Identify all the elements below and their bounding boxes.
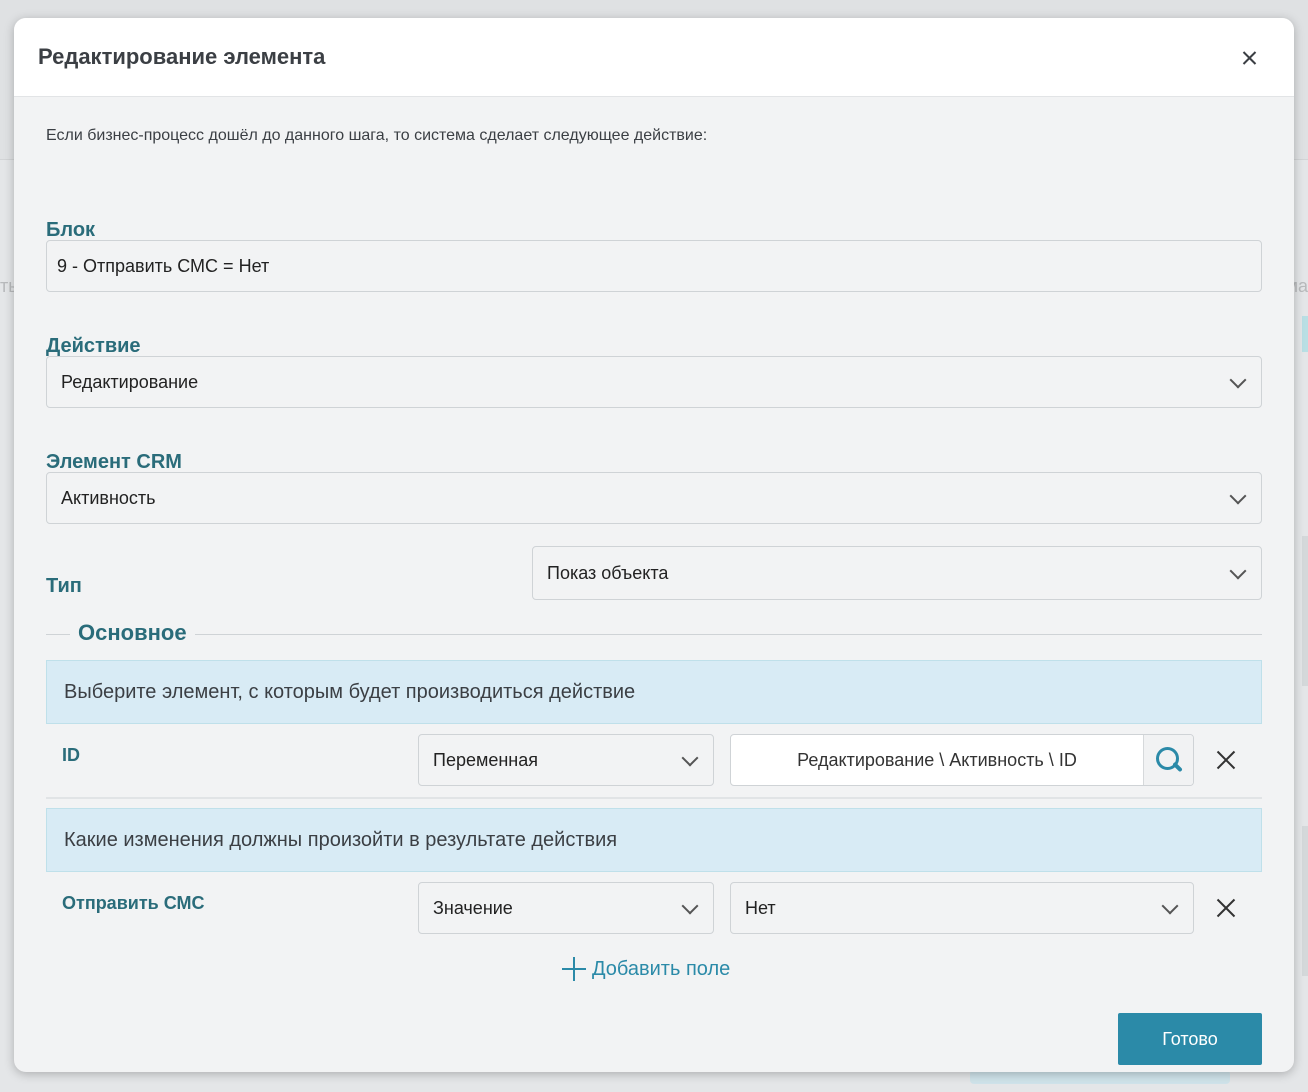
background-button bbox=[970, 1070, 1230, 1084]
remove-id-icon[interactable] bbox=[1214, 748, 1238, 772]
row-divider bbox=[46, 797, 1262, 799]
sms-value-select[interactable]: Нет bbox=[730, 882, 1194, 934]
remove-sms-icon[interactable] bbox=[1214, 896, 1238, 920]
block-label: Блок bbox=[46, 219, 96, 241]
intro-text: Если бизнес-процесс дошёл до данного шаг… bbox=[46, 127, 708, 144]
modal-body: Если бизнес-процесс дошёл до данного шаг… bbox=[14, 127, 1294, 1072]
edit-element-modal: Редактирование элемента Если бизнес-проц… bbox=[14, 18, 1294, 1072]
done-button[interactable]: Готово bbox=[1118, 1013, 1262, 1065]
type-select[interactable]: Показ объекта bbox=[532, 546, 1262, 600]
background-tab bbox=[1302, 316, 1308, 352]
add-field-label: Добавить поле bbox=[592, 957, 731, 980]
crm-element-select[interactable]: Активность bbox=[46, 472, 1262, 524]
search-icon bbox=[1154, 745, 1184, 775]
id-variable-input[interactable]: Редактирование \ Активность \ ID bbox=[730, 734, 1194, 786]
action-select[interactable]: Редактирование bbox=[46, 356, 1262, 408]
changes-banner: Какие изменения должны произойти в резул… bbox=[46, 808, 1262, 872]
chevron-down-icon bbox=[681, 751, 699, 769]
modal-header: Редактирование элемента bbox=[14, 18, 1294, 97]
block-value: 9 - Отправить СМС = Нет bbox=[57, 255, 270, 276]
sms-label: Отправить СМС bbox=[62, 893, 205, 913]
background-panel-2 bbox=[1302, 826, 1308, 976]
sms-value: Нет bbox=[745, 897, 776, 918]
crm-element-label: Элемент CRM bbox=[46, 451, 182, 473]
action-label: Действие bbox=[46, 335, 141, 357]
id-variable-value: Редактирование \ Активность \ ID bbox=[797, 749, 1077, 770]
background-panel bbox=[1302, 536, 1308, 686]
add-field-button[interactable]: Добавить поле bbox=[562, 957, 730, 981]
modal-title: Редактирование элемента bbox=[38, 44, 326, 69]
chevron-down-icon bbox=[1229, 564, 1247, 582]
plus-icon bbox=[562, 957, 586, 981]
id-label: ID bbox=[62, 745, 80, 765]
sms-source-select[interactable]: Значение bbox=[418, 882, 714, 934]
sms-source-value: Значение bbox=[433, 897, 513, 918]
select-element-banner: Выберите элемент, с которым будет произв… bbox=[46, 660, 1262, 724]
action-value: Редактирование bbox=[61, 371, 199, 392]
chevron-down-icon bbox=[1161, 899, 1179, 917]
section-divider bbox=[46, 634, 1262, 635]
chevron-down-icon bbox=[1229, 489, 1247, 507]
chevron-down-icon bbox=[681, 899, 699, 917]
block-input[interactable]: 9 - Отправить СМС = Нет bbox=[46, 240, 1262, 292]
crm-element-value: Активность bbox=[61, 487, 156, 508]
type-value: Показ объекта bbox=[547, 562, 669, 583]
chevron-down-icon bbox=[1229, 373, 1247, 391]
close-icon[interactable] bbox=[1238, 46, 1262, 70]
id-search-button[interactable] bbox=[1143, 735, 1193, 785]
section-title: Основное bbox=[70, 620, 195, 646]
id-source-value: Переменная bbox=[433, 749, 538, 770]
id-source-select[interactable]: Переменная bbox=[418, 734, 714, 786]
type-label: Тип bbox=[46, 575, 82, 597]
